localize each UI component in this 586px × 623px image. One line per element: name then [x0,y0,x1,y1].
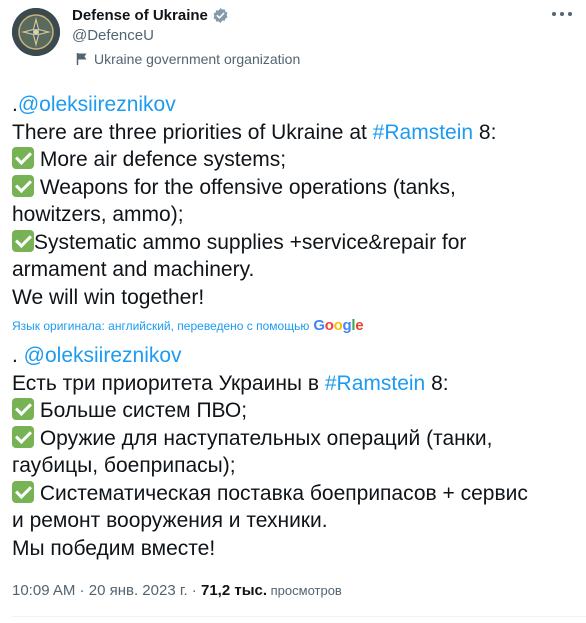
divider [12,616,586,617]
ministry-emblem-icon [12,8,60,56]
views-label: просмотров [267,583,342,598]
mention-link[interactable]: @oleksiireznikov [24,344,182,367]
check-mark-emoji-icon [12,398,34,420]
tweet-metadata: 10:09 AM · 20 янв. 2023 г. · 71,2 тыс. п… [12,582,342,599]
check-mark-emoji-icon [12,425,34,448]
avatar[interactable] [12,8,60,56]
government-label-text: Ukraine government organization [94,51,301,67]
tweet-time[interactable]: 10:09 AM [12,582,75,599]
view-count: 71,2 тыс. [200,582,268,599]
check-mark-emoji-icon [12,229,34,252]
hashtag-link[interactable]: #Ramstein [325,372,425,395]
tweet-text-original: .@oleksiireznikov There are three priori… [12,93,497,309]
more-options-icon[interactable] [552,12,572,18]
check-mark-emoji-icon [12,147,34,169]
translation-note: Язык оригинала: английский, переведено с… [12,318,310,333]
mention-link[interactable]: @oleksiireznikov [18,93,176,116]
government-flag-icon [76,53,87,65]
hashtag-link[interactable]: #Ramstein [373,121,473,144]
tweet-date[interactable]: 20 янв. 2023 г. [89,582,188,599]
verified-badge-icon [213,8,228,23]
author-handle[interactable]: @DefenceU [72,27,154,44]
check-mark-emoji-icon [12,174,34,197]
author-name[interactable]: Defense of Ukraine [72,7,208,24]
translation-attribution[interactable]: Язык оригинала: английский, переведено с… [12,317,364,334]
check-mark-emoji-icon [12,480,34,503]
government-label[interactable]: Ukraine government organization [76,51,300,67]
google-logo: Google [313,317,364,334]
tweet-text-translated: . @oleksiireznikov Есть три приоритета У… [12,344,528,560]
